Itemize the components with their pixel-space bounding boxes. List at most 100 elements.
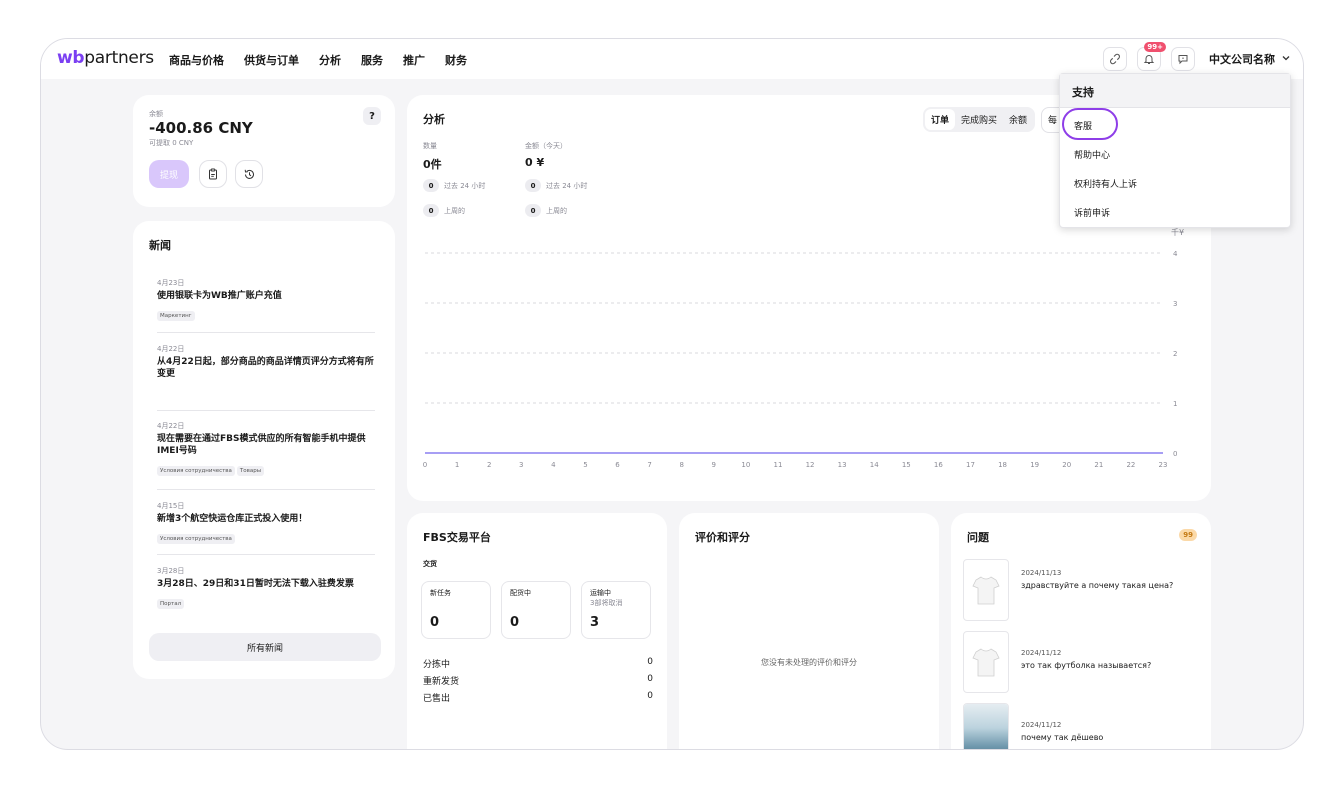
x-tick-label: 9 [712,461,716,469]
y-tick-label: 0 [1173,450,1177,458]
menu-item-pretrial-claim[interactable]: 诉前申诉 [1074,206,1110,219]
x-tick-label: 17 [966,461,975,469]
company-name: 中文公司名称 [1209,53,1275,66]
x-tick-label: 11 [773,461,782,469]
logo[interactable]: wbpartners [57,48,154,68]
notification-badge: 99+ [1144,42,1166,52]
tab-orders[interactable]: 订单 [924,109,955,130]
tab-balance[interactable]: 余额 [1003,109,1033,130]
fbs-row-sold[interactable]: 已售出 0 [423,691,653,704]
fbs-assembling[interactable]: 配货中 0 [501,581,571,639]
x-tick-label: 7 [647,461,651,469]
x-tick-label: 12 [806,461,815,469]
y-tick-label: 4 [1173,250,1178,258]
menu-item-rightsholder-appeal[interactable]: 权利持有人上诉 [1074,177,1137,190]
link-icon[interactable] [1103,47,1127,71]
x-tick-label: 19 [1030,461,1039,469]
balance-label: 余额 [149,110,163,118]
tshirt-thumbnail [963,559,1009,621]
clipboard-button[interactable] [199,160,227,188]
x-tick-label: 21 [1094,461,1103,469]
x-tick-label: 3 [519,461,523,469]
help-button[interactable]: ? [363,107,381,125]
x-tick-label: 10 [741,461,750,469]
orders-chart: 千¥012340 1 2 3 4 5 6 7 8 9 10 11 12 13 14 15 16 17 18 19 20 2… [423,227,1184,469]
balance-available: 可提取 0 CNY [149,139,194,147]
questions-title: 问题 [967,531,989,544]
news-tag: Условия сотрудничества [157,466,235,476]
withdraw-button[interactable]: 提现 [149,160,189,188]
amount-week: 0 上周的 [525,204,567,217]
menu-item-help-center[interactable]: 帮助中心 [1074,148,1110,161]
support-dropdown-title: 支持 [1060,74,1290,108]
news-title: 新闻 [149,239,171,252]
qty-label: 数量 [423,142,437,150]
y-axis-unit: 千¥ [1171,227,1184,237]
all-news-button[interactable]: 所有新闻 [149,633,381,661]
news-tag: Товары [236,466,265,476]
news-item[interactable]: 4月22日 从4月22日起，部分商品的商品详情页评分方式将有所变更 [157,344,375,380]
chevron-down-icon [1281,53,1291,66]
fbs-title: FBS交易平台 [423,531,491,544]
x-tick-label: 20 [1062,461,1071,469]
history-icon [244,169,254,179]
x-tick-label: 13 [838,461,847,469]
nav-analytics[interactable]: 分析 [319,52,341,68]
fbs-in-transit[interactable]: 运输中 3部将取消 3 [581,581,651,639]
analytics-tabs: 订单 完成购买 余额 [922,107,1035,132]
history-button[interactable] [235,160,263,188]
fbs-row-sorting[interactable]: 分拣中 0 [423,657,653,670]
x-tick-label: 16 [934,461,943,469]
nav-services[interactable]: 服务 [361,52,383,68]
fbs-rows: 分拣中 0 重新发货 0 已售出 0 [423,657,653,704]
y-tick-label: 2 [1173,350,1177,358]
x-tick-label: 18 [998,461,1007,469]
qty-week: 0 上周的 [423,204,465,217]
support-dropdown: 支持 客服 帮助中心 权利持有人上诉 诉前申诉 [1059,73,1291,228]
divider [157,489,375,490]
company-selector[interactable]: 中文公司名称 [1209,51,1291,67]
news-item[interactable]: 4月15日 新增3个航空快运仓库正式投入使用！ Условия сотрудни… [157,501,375,544]
fbs-subtitle: 交货 [423,560,437,568]
qty-24h: 0 过去 24 小时 [423,179,485,192]
nav-products-prices[interactable]: 商品与价格 [169,52,224,68]
fbs-card: FBS交易平台 交货 新任务 0 配货中 0 运输中 3部将取消 3 分拣中 0 … [407,513,667,749]
y-tick-label: 3 [1173,300,1177,308]
tshirt-thumbnail [963,631,1009,693]
reviews-empty: 您没有未处理的评价和评分 [761,658,857,667]
divider [157,332,375,333]
x-tick-label: 8 [679,461,683,469]
chat-icon[interactable] [1171,47,1195,71]
fbs-new-tasks[interactable]: 新任务 0 [421,581,491,639]
x-tick-label: 5 [583,461,587,469]
x-tick-label: 1 [455,461,459,469]
fbs-row-reship[interactable]: 重新发货 0 [423,674,653,687]
tab-purchases[interactable]: 完成购买 [955,109,1003,130]
amount-24h: 0 过去 24 小时 [525,179,587,192]
reviews-card: 评价和评分 您没有未处理的评价和评分 [679,513,939,749]
nav-supplies-orders[interactable]: 供货与订单 [244,52,299,68]
news-item[interactable]: 4月22日 现在需要在通过FBS模式供应的所有智能手机中提供IMEI号码 Усл… [157,421,375,476]
x-tick-label: 2 [487,461,491,469]
bell-icon[interactable]: 99+ [1137,42,1166,71]
x-tick-label: 4 [551,461,556,469]
questions-count-badge: 99 [1179,529,1197,541]
x-tick-label: 14 [870,461,879,469]
amount-value: 0 ¥ [525,156,545,169]
nav-finance[interactable]: 财务 [445,52,467,68]
clipboard-icon [209,168,217,180]
news-item[interactable]: 3月28日 3月28日、29日和31日暂时无法下载入驻费发票 Портал [157,566,375,609]
balance-amount: -400.86 CNY [149,119,253,137]
analytics-title: 分析 [423,113,445,126]
questions-card: 问题 99 2024/11/13 здравствуйте а почему т… [951,513,1211,749]
product-thumbnail [963,703,1009,749]
nav-promotion[interactable]: 推广 [403,52,425,68]
x-tick-label: 23 [1159,461,1168,469]
main-nav: 商品与价格 供货与订单 分析 服务 推广 财务 [169,52,467,68]
top-icons: 99+ 中文公司名称 [1103,42,1291,71]
x-tick-label: 15 [902,461,911,469]
news-item[interactable]: 4月23日 使用银联卡为WB推广账户充值 Маркетинг [157,278,375,321]
y-tick-label: 1 [1173,400,1177,408]
x-tick-label: 6 [615,461,620,469]
news-tag: Маркетинг [157,311,195,321]
